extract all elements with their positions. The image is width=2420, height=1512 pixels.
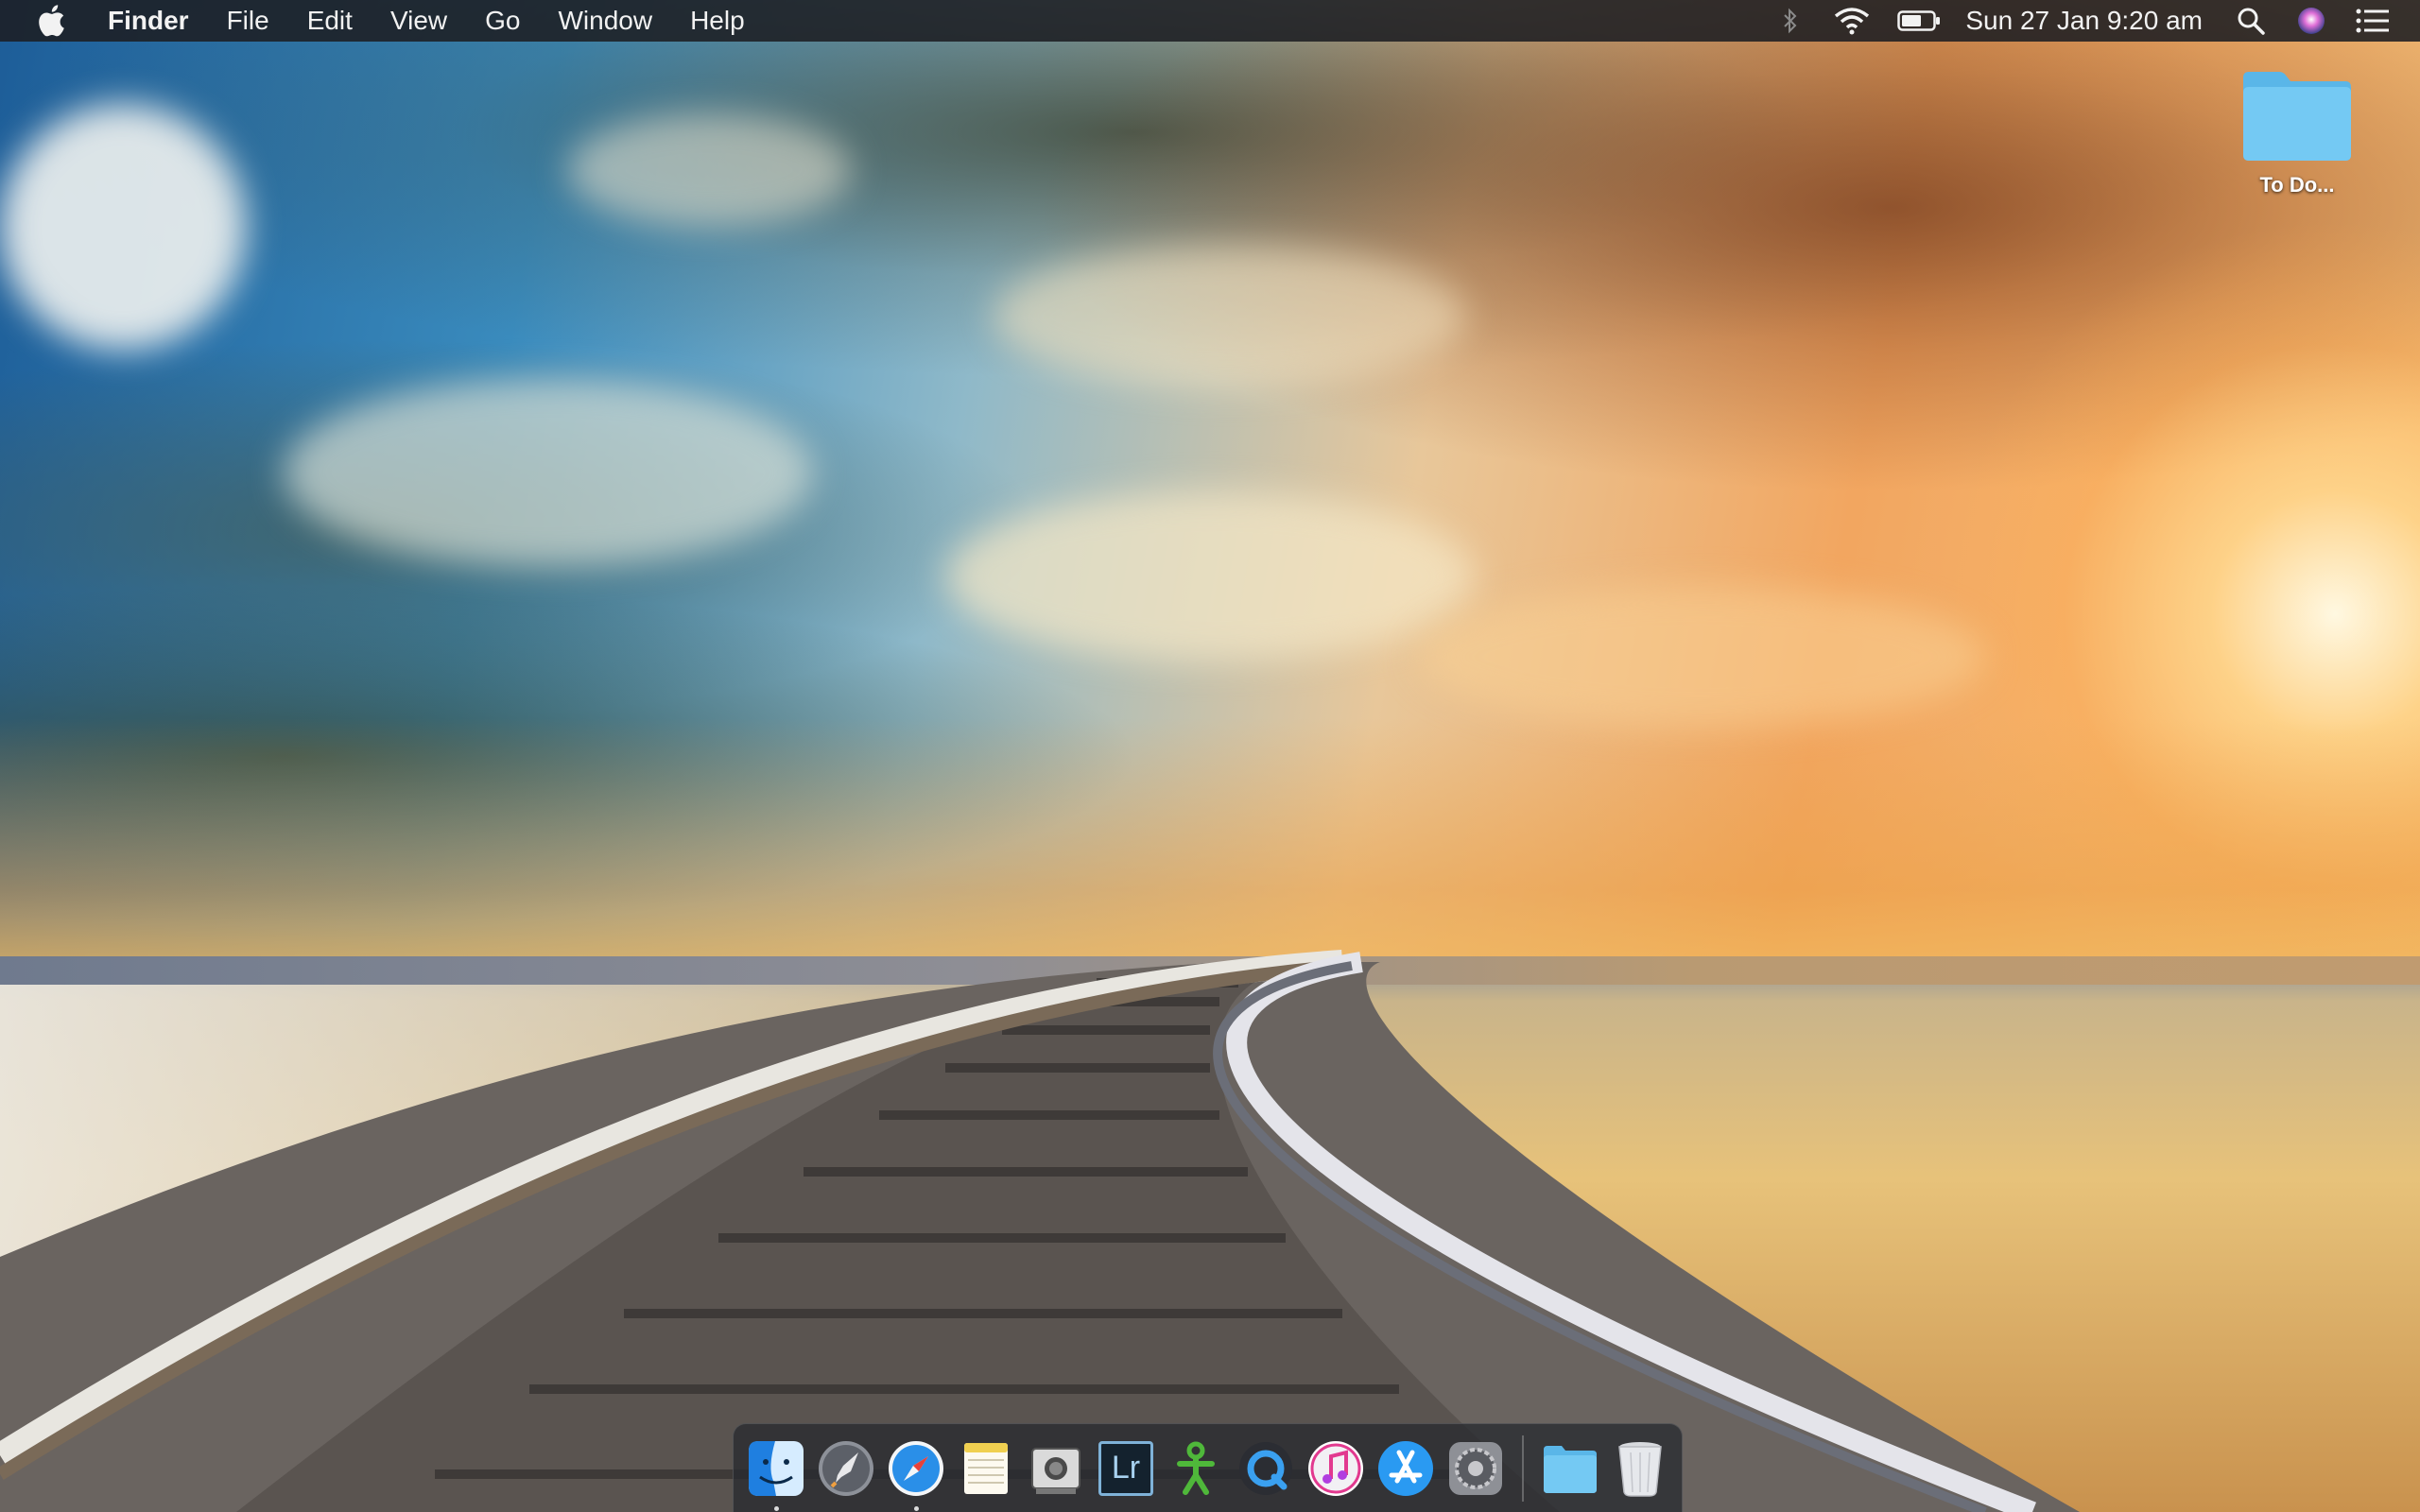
desktop-folder-label: To Do... <box>2259 173 2335 197</box>
menu-file[interactable]: File <box>208 0 288 42</box>
lightroom-icon: Lr <box>1098 1440 1153 1496</box>
dock-app-store[interactable] <box>1374 1437 1437 1500</box>
siri-icon[interactable] <box>2295 0 2327 42</box>
menu-app-finder[interactable]: Finder <box>100 0 208 42</box>
running-indicator <box>774 1505 779 1511</box>
safari-icon <box>889 1440 943 1496</box>
dock-finder[interactable] <box>745 1437 807 1511</box>
app-store-icon <box>1378 1440 1433 1496</box>
dock-downloads[interactable] <box>1539 1437 1601 1500</box>
dock: Lr <box>733 1423 1683 1512</box>
dock-itunes[interactable] <box>1305 1437 1367 1500</box>
notes-icon <box>964 1442 1008 1494</box>
menu-bar: Finder File Edit View Go Window Help Sun… <box>0 0 2420 42</box>
itunes-icon <box>1308 1440 1363 1496</box>
menu-bar-left: Finder File Edit View Go Window Help <box>0 0 764 42</box>
folder-icon <box>2243 72 2351 161</box>
menu-window[interactable]: Window <box>539 0 671 42</box>
menu-view[interactable]: View <box>372 0 466 42</box>
screenshot-utility-icon <box>1031 1447 1080 1494</box>
wifi-icon[interactable] <box>1833 0 1871 42</box>
downloads-folder-icon <box>1544 1445 1597 1493</box>
green-figure-icon <box>1177 1441 1215 1495</box>
menu-edit[interactable]: Edit <box>288 0 372 42</box>
trash-icon <box>1618 1441 1662 1497</box>
menu-bar-status-area: Sun 27 Jan 9:20 am <box>1776 0 2420 42</box>
system-preferences-icon <box>1449 1441 1502 1495</box>
battery-icon[interactable] <box>1897 0 1941 42</box>
launchpad-icon <box>819 1440 873 1496</box>
bluetooth-icon[interactable] <box>1776 0 1805 42</box>
desktop-folder-todo[interactable]: To Do... <box>2231 68 2363 198</box>
quicktime-icon <box>1239 1441 1292 1495</box>
notification-center-icon[interactable] <box>2356 0 2390 42</box>
dock-lightroom[interactable]: Lr <box>1095 1437 1157 1500</box>
dock-safari[interactable] <box>885 1437 947 1511</box>
finder-icon <box>749 1440 804 1496</box>
running-indicator <box>914 1505 919 1511</box>
dock-trash[interactable] <box>1609 1437 1671 1500</box>
menu-go[interactable]: Go <box>466 0 539 42</box>
dock-quicktime[interactable] <box>1235 1437 1297 1500</box>
spotlight-search-icon[interactable] <box>2235 0 2267 42</box>
dock-system-preferences[interactable] <box>1444 1437 1507 1500</box>
dock-separator <box>1522 1435 1524 1502</box>
dock-screenshot-utility[interactable] <box>1025 1437 1087 1500</box>
menu-help[interactable]: Help <box>671 0 764 42</box>
dock-launchpad[interactable] <box>815 1437 877 1500</box>
desktop-wallpaper <box>0 0 2420 1512</box>
dock-green-figure-app[interactable] <box>1165 1437 1227 1500</box>
railway-track <box>0 950 2080 1512</box>
dock-notes[interactable] <box>955 1437 1017 1500</box>
menu-bar-clock[interactable]: Sun 27 Jan 9:20 am <box>1965 6 2203 36</box>
apple-logo-icon[interactable] <box>34 4 68 38</box>
